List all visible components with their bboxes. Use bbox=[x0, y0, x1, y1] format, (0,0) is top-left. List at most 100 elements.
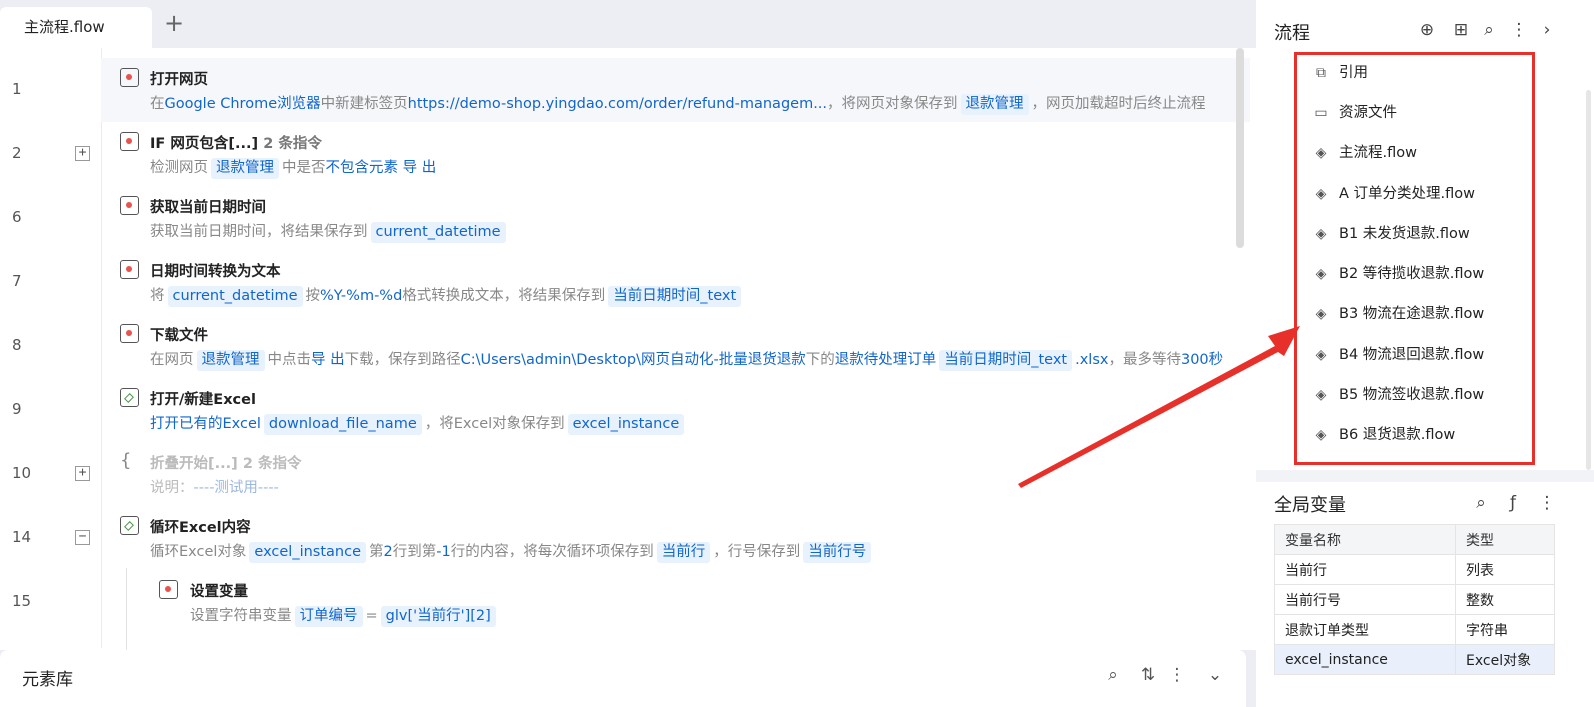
chevron-down-icon[interactable]: ⌄ bbox=[1204, 664, 1226, 686]
command-row[interactable]: 8 下载文件 在网页 退款管理 中点击导 出下载，保存到路径C:\Users\adm… bbox=[0, 314, 1250, 378]
flow-item-label: B5 物流签收退款.flow bbox=[1339, 387, 1485, 403]
excel-loop-icon bbox=[120, 516, 139, 535]
variable-tag[interactable]: download_file_name bbox=[263, 414, 422, 435]
command-row[interactable]: 10 + { 折叠开始[...] 2 条指令 说明：----测试用---- bbox=[0, 442, 1250, 506]
variable-tag[interactable]: 退款管理 bbox=[196, 350, 265, 371]
flow-item-resources[interactable]: ▭ 资源文件 bbox=[1312, 101, 1562, 125]
command-row[interactable]: 1 打开网页 在Google Chrome浏览器中新建标签页https://de… bbox=[0, 58, 1250, 122]
table-row[interactable]: 当前行 列表 bbox=[1274, 554, 1555, 585]
flow-item[interactable]: ◈ B5 物流签收退款.flow bbox=[1312, 383, 1562, 407]
flow-editor: 1 打开网页 在Google Chrome浏览器中新建标签页https://de… bbox=[0, 48, 1258, 650]
tab-main-flow[interactable]: 主流程.flow bbox=[0, 7, 152, 48]
command-row[interactable]: 14− 循环Excel内容 循环Excel对象 excel_instance 第2行… bbox=[0, 506, 1250, 570]
variable-tag[interactable]: 当前日期时间_text bbox=[939, 350, 1073, 371]
expand-button[interactable]: + bbox=[75, 146, 90, 161]
more-icon[interactable]: ⋮ bbox=[1166, 664, 1188, 686]
variable-tag[interactable]: current_datetime bbox=[370, 222, 506, 243]
command-row[interactable]: 9 打开/新建Excel 打开已有的Excel download_file_nam… bbox=[0, 378, 1250, 442]
desc-text: 第 bbox=[369, 544, 384, 560]
sort-icon[interactable]: ⇅ bbox=[1137, 664, 1159, 686]
fold-brace-icon: { bbox=[120, 450, 132, 471]
variable-tag[interactable]: 当前行号 bbox=[803, 542, 872, 563]
add-variable-icon[interactable]: ƒ bbox=[1502, 492, 1524, 514]
variable-tag[interactable]: excel_instance bbox=[249, 542, 367, 563]
flow-item[interactable]: ◈ 主流程.flow bbox=[1312, 141, 1562, 165]
variable-tag[interactable]: 当前行 bbox=[656, 542, 711, 563]
desc-value: C:\Users\admin\Desktop\网页自动化-批量退货退款 bbox=[460, 352, 806, 368]
desc-text: 在 bbox=[150, 96, 165, 112]
more-icon[interactable]: ⋮ bbox=[1508, 19, 1530, 41]
table-row-selected[interactable]: excel_instance Excel对象 bbox=[1274, 644, 1555, 675]
collapse-button[interactable]: − bbox=[75, 530, 90, 545]
flow-item[interactable]: ◈ B4 物流退回退款.flow bbox=[1312, 343, 1562, 367]
add-tab-button[interactable]: + bbox=[160, 10, 188, 38]
variable-tag[interactable]: glv['当前行'][2] bbox=[380, 606, 496, 627]
flow-item[interactable]: ◈ B3 物流在途退款.flow bbox=[1312, 302, 1562, 326]
desc-text: ，将网页对象保存到 bbox=[827, 96, 958, 112]
command-row[interactable]: 15 设置变量 设置字符串变量 订单编号 = glv['当前行'][2] bbox=[0, 570, 1250, 634]
line-number: 10 bbox=[12, 464, 32, 482]
command-title: 折叠开始[...] 2 条指令 bbox=[150, 452, 301, 473]
line-number: 8 bbox=[12, 336, 22, 354]
if-condition-icon bbox=[120, 132, 139, 151]
line-number: 15 bbox=[12, 592, 32, 610]
search-icon[interactable]: ⌕ bbox=[1470, 492, 1492, 514]
desc-value: -1 bbox=[436, 544, 451, 560]
editor-scrollbar[interactable] bbox=[1236, 48, 1244, 248]
gutter: 9 bbox=[0, 378, 101, 442]
command-row[interactable]: 6 获取当前日期时间 获取当前日期时间，将结果保存到 current_dateti… bbox=[0, 186, 1250, 250]
command-row[interactable]: 7 日期时间转换为文本 将 current_datetime 按%Y-%m-%d格式… bbox=[0, 250, 1250, 314]
gutter: 7 bbox=[0, 250, 101, 314]
variable-tag[interactable]: current_datetime bbox=[167, 286, 303, 307]
chevron-right-icon[interactable]: › bbox=[1536, 19, 1558, 41]
flow-item-label: 引用 bbox=[1339, 65, 1368, 81]
desc-value: 不包含元素 导 出 bbox=[325, 160, 437, 176]
desc-value: 2 bbox=[383, 544, 393, 560]
desc-text: 说明： bbox=[150, 480, 194, 496]
variable-tag[interactable]: 退款管理 bbox=[211, 158, 279, 179]
add-flow-icon[interactable]: ⊕ bbox=[1416, 19, 1438, 41]
desc-text: 格式转换成文本，将结果保存到 bbox=[402, 288, 606, 304]
search-icon[interactable]: ⌕ bbox=[1102, 664, 1124, 686]
desc-text: 设置字符串变量 bbox=[190, 608, 292, 624]
desc-value: ----测试用---- bbox=[193, 480, 279, 496]
desc-text: ，行号保存到 bbox=[713, 544, 801, 560]
variable-tag[interactable]: 订单编号 bbox=[294, 606, 363, 627]
variable-type: 字符串 bbox=[1455, 614, 1555, 645]
desc-value: 打开已有的Excel bbox=[150, 416, 261, 432]
flow-item[interactable]: ◈ B2 等待揽收退款.flow bbox=[1312, 262, 1562, 286]
layers-icon: ◈ bbox=[1315, 266, 1327, 282]
variable-type: 整数 bbox=[1455, 584, 1555, 615]
command-row[interactable]: 2 + IF 网页包含[...] 2 条指令 检测网页 退款管理 中是否不包含元素 导… bbox=[0, 122, 1250, 186]
variable-tag[interactable]: 当前日期时间_text bbox=[608, 286, 742, 307]
desc-text: ，最多等待 bbox=[1108, 352, 1181, 368]
flow-item-reference[interactable]: ⧉ 引用 bbox=[1312, 61, 1562, 85]
command-title: 下载文件 bbox=[150, 328, 208, 344]
variable-tag[interactable]: excel_instance bbox=[567, 414, 685, 435]
flow-item[interactable]: ◈ A 订单分类处理.flow bbox=[1312, 182, 1562, 206]
expand-button[interactable]: + bbox=[75, 466, 90, 481]
table-row[interactable]: 当前行号 整数 bbox=[1274, 584, 1555, 615]
gutter: 2 + bbox=[0, 122, 101, 186]
desc-text: 循环Excel对象 bbox=[150, 544, 247, 560]
excel-icon bbox=[120, 388, 139, 407]
line-number: 9 bbox=[12, 400, 22, 418]
flow-item-label: 资源文件 bbox=[1339, 105, 1397, 121]
desc-text: 中点击 bbox=[267, 352, 312, 368]
desc-text: 在网页 bbox=[150, 352, 194, 368]
table-row[interactable]: 退款订单类型 字符串 bbox=[1274, 614, 1555, 645]
command-desc: 获取当前日期时间，将结果保存到 current_datetime bbox=[150, 220, 509, 243]
command-count: 2 条指令 bbox=[242, 456, 302, 472]
variable-name: 当前行号 bbox=[1274, 584, 1456, 615]
flow-item[interactable]: ◈ B6 退货退款.flow bbox=[1312, 423, 1562, 447]
flow-item-label: B1 未发货退款.flow bbox=[1339, 226, 1470, 242]
add-module-icon[interactable]: ⊞ bbox=[1450, 19, 1472, 41]
gutter: 6 bbox=[0, 186, 101, 250]
flow-list-scrollbar[interactable] bbox=[1586, 90, 1591, 470]
more-icon[interactable]: ⋮ bbox=[1536, 492, 1558, 514]
search-icon[interactable]: ⌕ bbox=[1478, 19, 1500, 41]
desc-text: 行的内容，将每次循环项保存到 bbox=[450, 544, 654, 560]
flow-item[interactable]: ◈ B1 未发货退款.flow bbox=[1312, 222, 1562, 246]
variable-tag[interactable]: 退款管理 bbox=[960, 94, 1029, 115]
command-title: IF 网页包含[...] 2 条指令 bbox=[150, 132, 322, 153]
